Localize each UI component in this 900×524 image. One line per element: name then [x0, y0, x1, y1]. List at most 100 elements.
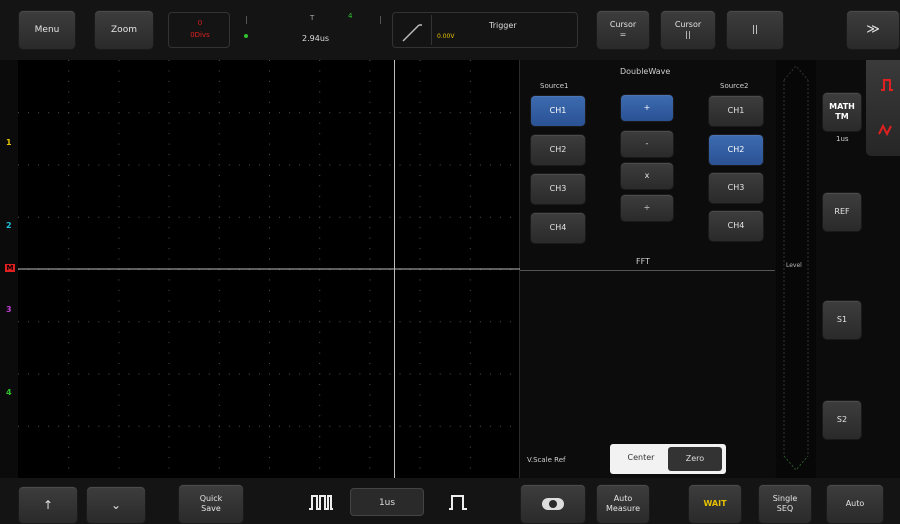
grid-dot [269, 383, 270, 385]
math-marker[interactable]: M [5, 264, 15, 272]
grid-dot [509, 112, 511, 114]
grid-dot [449, 164, 451, 166]
grid-dot [369, 373, 371, 375]
grid-dot [319, 70, 321, 72]
auto-button[interactable]: Auto [826, 484, 884, 524]
wide-pulse-icon[interactable] [308, 492, 334, 512]
s1-button[interactable]: S1 [822, 300, 862, 340]
ch1-marker[interactable]: 1 [6, 138, 12, 147]
op-add-button[interactable]: + [620, 94, 674, 122]
op-divide-button[interactable]: ÷ [620, 194, 674, 222]
zoom-button[interactable]: Zoom [94, 10, 154, 50]
grid-dot [359, 425, 361, 427]
run-status-button[interactable]: WAIT [688, 484, 742, 524]
grid-dot [68, 195, 70, 197]
up-button[interactable]: ↑ [18, 486, 78, 524]
trigger-box[interactable]: Trigger 0.00V [392, 12, 578, 48]
narrow-pulse-icon[interactable] [448, 492, 468, 512]
grid-dot [118, 174, 120, 176]
delay-box[interactable]: 0 0Divs [168, 12, 230, 48]
level-slider-area[interactable]: Level [776, 60, 816, 478]
grid-dot [349, 112, 351, 114]
grid-dot [399, 216, 401, 218]
collapse-button[interactable]: ≫ [846, 10, 900, 50]
grid-dot [168, 154, 170, 156]
source2-ch3-button[interactable]: CH3 [708, 172, 764, 204]
grid-dot [469, 279, 471, 281]
source2-ch4-button[interactable]: CH4 [708, 210, 764, 242]
grid-dot [208, 164, 210, 166]
grid-dot [108, 216, 110, 218]
grid-dot [419, 112, 421, 114]
grid-dot [269, 321, 270, 323]
grid-dot [168, 143, 170, 145]
source1-ch3-button[interactable]: CH3 [530, 173, 586, 205]
ref-button[interactable]: REF [822, 192, 862, 232]
source1-ch2-button[interactable]: CH2 [530, 134, 586, 166]
pause-button[interactable]: || [726, 10, 784, 50]
ch3-marker[interactable]: 3 [6, 305, 12, 314]
grid-dot [188, 112, 190, 114]
grid-dot [68, 436, 70, 438]
grid-dot [118, 279, 120, 281]
grid-dot [469, 425, 471, 427]
grid-dot [168, 363, 170, 365]
quick-save-button[interactable]: Quick Save [178, 484, 244, 524]
grid-dot [419, 227, 421, 229]
grid-dot [138, 112, 140, 114]
math-button[interactable]: MATH TM [822, 92, 862, 132]
t-marker: T [310, 14, 315, 22]
grid-dot [198, 164, 200, 166]
cursor1-button[interactable]: Cursor = [596, 10, 650, 50]
auto-measure-button[interactable]: Auto Measure [596, 484, 650, 524]
grid-dot [279, 425, 281, 427]
timebase-value[interactable]: 1us [350, 488, 424, 516]
grid-dot [238, 321, 240, 323]
grid-dot [409, 164, 411, 166]
waveform-display[interactable] [18, 60, 521, 479]
op-multiply-button[interactable]: x [620, 162, 674, 190]
vscale-toggle[interactable]: Center Zero [610, 444, 726, 474]
grid-dot [269, 248, 270, 250]
grid-dot [148, 164, 150, 166]
grid-dot [208, 425, 210, 427]
grid-dot [349, 216, 351, 218]
grid-dot [178, 216, 180, 218]
cursor2-button[interactable]: Cursor || [660, 10, 716, 50]
grid-dot [168, 289, 170, 291]
math-scale: 1us [836, 135, 849, 143]
menu-button[interactable]: Menu [18, 10, 76, 50]
grid-dot [369, 112, 371, 114]
grid-dot [469, 248, 471, 250]
grid-dot [269, 101, 270, 103]
center-option[interactable]: Center [616, 453, 666, 462]
ch4-marker[interactable]: 4 [6, 388, 12, 397]
single-seq-button[interactable]: Single SEQ [758, 484, 812, 524]
zero-option[interactable]: Zero [668, 447, 722, 471]
grid-dot [369, 279, 371, 281]
ch2-marker[interactable]: 2 [6, 221, 12, 230]
grid-dot [449, 373, 451, 375]
source2-ch2-button[interactable]: CH2 [708, 134, 764, 166]
side-tab[interactable] [866, 60, 900, 156]
grid-dot [48, 216, 50, 218]
op-subtract-button[interactable]: - [620, 130, 674, 158]
grid-dot [319, 425, 321, 427]
grid-dot [208, 373, 210, 375]
grid-dot [319, 237, 321, 239]
source1-ch4-button[interactable]: CH4 [530, 212, 586, 244]
source2-ch1-button[interactable]: CH1 [708, 95, 764, 127]
down-button[interactable]: ⌄ [86, 486, 146, 524]
grid-dot [68, 342, 70, 344]
capture-button[interactable] [520, 484, 586, 524]
s2-button[interactable]: S2 [822, 400, 862, 440]
grid-dot [28, 373, 30, 375]
grid-dot [128, 321, 130, 323]
grid-dot [459, 425, 461, 427]
grid-dot [198, 216, 200, 218]
grid-dot [218, 174, 220, 176]
grid-dot [68, 164, 70, 166]
grid-dot [319, 279, 321, 281]
source1-ch1-button[interactable]: CH1 [530, 95, 586, 127]
grid-dot [88, 216, 90, 218]
